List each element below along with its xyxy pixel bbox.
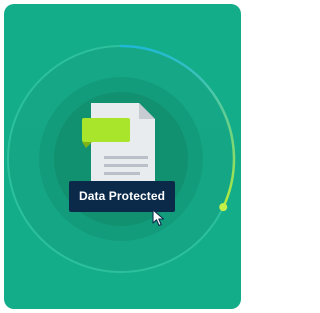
feature-card: Data Protected xyxy=(4,4,241,309)
document-icon xyxy=(91,103,155,190)
progress-dot xyxy=(219,203,228,212)
data-protected-badge: Data Protected xyxy=(69,181,175,212)
cursor-arrow-icon xyxy=(152,209,165,227)
security-illustration xyxy=(7,44,236,273)
